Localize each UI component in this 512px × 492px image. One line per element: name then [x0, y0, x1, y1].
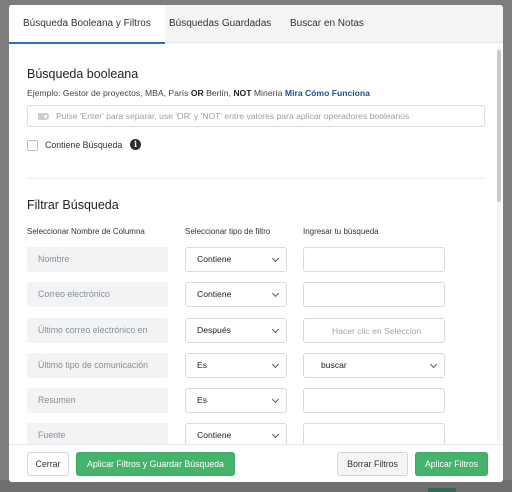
- contains-search-label: Contiene Búsqueda: [45, 140, 123, 150]
- contains-search-checkbox[interactable]: [27, 140, 38, 151]
- chevron-down-icon: [271, 289, 280, 298]
- column-name-field[interactable]: Último tipo de comunicación: [27, 353, 168, 378]
- chevron-down-icon: [271, 325, 280, 334]
- filter-type-select[interactable]: Contiene: [185, 247, 287, 272]
- chevron-down-icon: [271, 395, 280, 404]
- filter-row: Nombre Contiene: [9, 247, 503, 273]
- filter-row: Fuente Contiene: [9, 423, 503, 444]
- filter-type-select[interactable]: Es: [185, 388, 287, 413]
- modal-body: Búsqueda booleana Ejemplo: Gestor de pro…: [9, 44, 503, 444]
- search-value-field[interactable]: [303, 388, 445, 413]
- modal-footer: Cerrar Aplicar Filtros y Guardar Búsqued…: [9, 444, 503, 482]
- column-name-field[interactable]: Último correo electrónico en: [27, 318, 168, 343]
- filter-type-select[interactable]: Después: [185, 318, 287, 343]
- date-picker-input[interactable]: [304, 319, 444, 342]
- search-value-input[interactable]: [304, 248, 444, 271]
- search-value-field[interactable]: [303, 282, 445, 307]
- filter-type-header: Seleccionar tipo de filtro: [185, 227, 271, 236]
- close-button[interactable]: Cerrar: [27, 452, 69, 476]
- search-value-input[interactable]: [304, 283, 444, 306]
- chevron-down-icon: [429, 360, 438, 369]
- apply-and-save-button[interactable]: Aplicar Filtros y Guardar Búsqueda: [76, 452, 235, 476]
- boolean-example: Ejemplo: Gestor de proyectos, MBA, París…: [27, 88, 370, 98]
- column-name-field[interactable]: Fuente: [27, 423, 168, 444]
- clear-filters-button[interactable]: Borrar Filtros: [337, 452, 408, 476]
- search-value-input[interactable]: [304, 389, 444, 412]
- tab-saved-searches[interactable]: Búsquedas Guardadas: [155, 5, 285, 43]
- filter-row: Último tipo de comunicación Es buscar: [9, 353, 503, 379]
- search-value-field[interactable]: [303, 423, 445, 444]
- filter-type-select[interactable]: Contiene: [185, 423, 287, 444]
- filter-row: Resumen Es: [9, 388, 503, 414]
- tab-boolean-filters[interactable]: Búsqueda Booleana y Filtros: [9, 5, 165, 44]
- backdrop-accent: [428, 488, 456, 492]
- boolean-search-field[interactable]: [27, 105, 485, 127]
- column-name-header: Seleccionar Nombre de Columna: [27, 227, 145, 236]
- filter-section-title: Filtrar Búsqueda: [27, 198, 119, 212]
- filter-row: Último correo electrónico en Después: [9, 318, 503, 344]
- search-value-input[interactable]: [304, 424, 444, 444]
- apply-filters-button[interactable]: Aplicar Filtros: [415, 452, 488, 476]
- info-icon[interactable]: i: [130, 139, 141, 150]
- chevron-down-icon: [271, 430, 280, 439]
- section-divider: [27, 178, 485, 179]
- tab-search-notes[interactable]: Buscar en Notas: [276, 5, 378, 43]
- how-it-works-link[interactable]: Mira Cómo Funciona: [285, 88, 370, 98]
- chevron-down-icon: [271, 254, 280, 263]
- column-name-field[interactable]: Resumen: [27, 388, 168, 413]
- search-value-header: Ingresar tu búsqueda: [303, 227, 379, 236]
- boolean-search-input[interactable]: [56, 107, 480, 125]
- scrollbar-thumb[interactable]: [497, 50, 501, 202]
- tab-bar: Búsqueda Booleana y Filtros Búsquedas Gu…: [9, 5, 503, 44]
- column-name-field[interactable]: Correo electrónico: [27, 282, 168, 307]
- chevron-down-icon: [271, 360, 280, 369]
- tag-icon: [38, 113, 49, 120]
- date-picker-field[interactable]: [303, 318, 445, 343]
- filter-row: Correo electrónico Contiene: [9, 282, 503, 308]
- filter-type-select[interactable]: Es: [185, 353, 287, 378]
- column-name-field[interactable]: Nombre: [27, 247, 168, 272]
- search-value-select[interactable]: buscar: [303, 353, 445, 378]
- search-value-field[interactable]: [303, 247, 445, 272]
- filter-modal: Búsqueda Booleana y Filtros Búsquedas Gu…: [9, 5, 503, 482]
- boolean-section-title: Búsqueda booleana: [27, 67, 139, 81]
- filter-type-select[interactable]: Contiene: [185, 282, 287, 307]
